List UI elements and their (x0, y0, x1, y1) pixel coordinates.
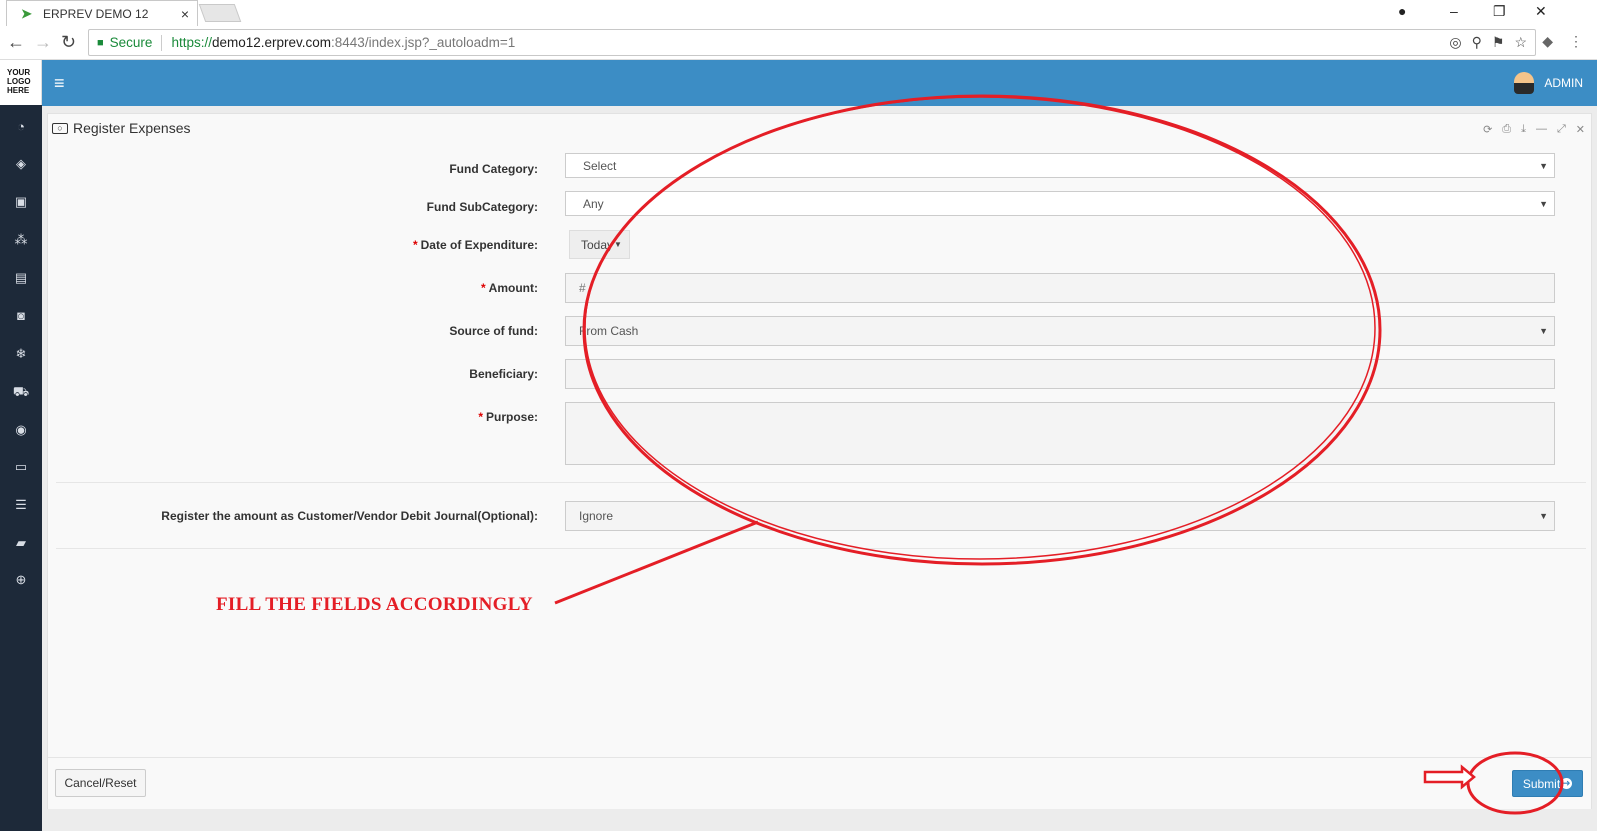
erprev-favicon-icon: ➤ (21, 5, 32, 21)
chevron-down-icon: ▼ (1539, 326, 1548, 336)
submit-button[interactable]: Submit ➜ (1512, 770, 1583, 797)
arrow-circle-right-icon: ➜ (1561, 778, 1573, 789)
cancel-reset-button[interactable]: Cancel/Reset (55, 769, 146, 797)
circle-list-icon[interactable]: ◉ (0, 422, 42, 438)
bucket-icon[interactable]: ◙ (0, 308, 42, 323)
source-of-fund-value: From Cash (579, 324, 639, 338)
user-menu[interactable]: ADMIN (1514, 72, 1583, 94)
minimize-icon[interactable]: – (1450, 3, 1458, 19)
fund-category-label: Fund Category: (449, 162, 538, 176)
collapse-icon[interactable]: — (1536, 123, 1547, 136)
book-icon[interactable]: ▰ (0, 535, 42, 551)
app-sidebar: YOUR LOGO HERE ◔ ◈ ▣ ⁂ ▤ ◙ ❄ ⛟ ◉ ▭ ☰ ▰ ⊕ (0, 60, 42, 831)
extension-icons: ◆ ⋮ (1542, 33, 1583, 50)
date-of-expenditure-label: * Date of Expenditure: (412, 238, 538, 252)
app-header: ≡ ADMIN (42, 60, 1597, 106)
desktop-icon[interactable]: ▭ (0, 459, 42, 475)
user-name: ADMIN (1544, 76, 1583, 90)
building-icon[interactable]: ▤ (0, 270, 42, 286)
browser-tab-title: ERPREV DEMO 12 (43, 6, 149, 21)
amount-label: * Amount: (481, 281, 538, 295)
cart-icon[interactable]: ⛟ (0, 384, 42, 402)
address-separator (161, 34, 163, 51)
browser-tab[interactable]: ➤ ERPREV DEMO 12 × (6, 0, 198, 26)
address-bar[interactable]: ■ Secure https:// demo12.erprev.com :844… (88, 29, 1536, 56)
url-scheme: https:// (171, 35, 212, 50)
new-tab-button[interactable] (198, 4, 242, 22)
pin-icon[interactable]: ⚑ (1492, 34, 1505, 51)
lock-icon: ■ (97, 36, 104, 49)
panel-title: ○ Register Expenses (52, 120, 191, 136)
submit-label: Submit (1522, 776, 1561, 791)
address-bar-icons: ◎ ⚲ ⚑ ☆ (1449, 34, 1527, 51)
download-icon[interactable]: ⤓ (1521, 123, 1526, 136)
browser-tab-bar: ➤ ERPREV DEMO 12 × ● – ❐ ✕ (0, 0, 1597, 26)
date-of-expenditure-dropdown[interactable]: Today ▼ (569, 230, 630, 259)
refresh-icon[interactable]: ⟳ (1483, 123, 1492, 136)
database-icon[interactable]: ☰ (0, 497, 42, 513)
forward-icon[interactable]: → (34, 32, 52, 53)
secure-label: Secure (109, 35, 153, 50)
form-divider (56, 482, 1586, 483)
caret-down-icon: ▼ (614, 240, 622, 249)
debit-journal-label: Register the amount as Customer/Vendor D… (161, 509, 538, 523)
source-of-fund-select[interactable]: From Cash ▼ (565, 316, 1555, 346)
form-divider (56, 548, 1586, 549)
company-logo[interactable]: YOUR LOGO HERE (0, 60, 42, 105)
fund-subcategory-label: Fund SubCategory: (426, 200, 538, 214)
panel-title-text: Register Expenses (73, 120, 191, 136)
fullscreen-icon[interactable]: ⤢ (1557, 123, 1566, 136)
main-content: ○ Register Expenses ⟳ ⎙ ⤓ — ⤢ ✕ Fund Cat… (42, 106, 1597, 831)
location-icon[interactable]: ◎ (1449, 34, 1461, 51)
annotation-text: FILL THE FIELDS ACCORDINGLY (216, 594, 533, 615)
register-expenses-panel: ○ Register Expenses ⟳ ⎙ ⤓ — ⤢ ✕ Fund Cat… (47, 113, 1592, 809)
close-tab-icon[interactable]: × (181, 6, 189, 22)
beneficiary-label: Beneficiary: (469, 367, 538, 381)
zoom-icon[interactable]: ⚲ (1472, 34, 1482, 51)
debit-journal-value: Ignore (579, 509, 614, 523)
chevron-down-icon: ▼ (1539, 198, 1548, 209)
close-panel-icon[interactable]: ✕ (1576, 123, 1585, 136)
reload-icon[interactable]: ↻ (61, 32, 76, 53)
money-icon: ○ (52, 122, 68, 134)
url-path: :8443/index.jsp?_autoloadm=1 (331, 35, 516, 50)
form-footer: Cancel/Reset Submit ➜ (48, 757, 1591, 809)
fund-category-value: Select (583, 158, 617, 173)
close-window-icon[interactable]: ✕ (1535, 3, 1547, 20)
amount-input[interactable] (565, 273, 1555, 303)
fund-subcategory-value: Any (583, 196, 604, 211)
restore-icon[interactable]: ❐ (1493, 3, 1506, 20)
fund-category-select[interactable]: Select ▼ (565, 153, 1555, 178)
chevron-down-icon: ▼ (1539, 511, 1548, 521)
browser-toolbar: ← → ↻ ■ Secure https:// demo12.erprev.co… (0, 26, 1597, 60)
menu-kebab-icon[interactable]: ⋮ (1569, 33, 1583, 50)
fund-subcategory-select[interactable]: Any ▼ (565, 191, 1555, 216)
back-icon[interactable]: ← (7, 32, 25, 53)
money-icon[interactable]: ▣ (0, 194, 42, 210)
beneficiary-input[interactable] (565, 359, 1555, 389)
chevron-down-icon: ▼ (1539, 160, 1548, 171)
panel-tools: ⟳ ⎙ ⤓ — ⤢ ✕ (1483, 123, 1585, 136)
snowflake-icon[interactable]: ❄ (0, 346, 42, 362)
source-of-fund-label: Source of fund: (449, 324, 538, 338)
url-host: demo12.erprev.com (211, 35, 332, 50)
tag-icon[interactable]: ◈ (0, 156, 42, 172)
purpose-textarea[interactable] (565, 402, 1555, 465)
date-value: Today (581, 237, 614, 252)
cubes-icon[interactable]: ⁂ (0, 232, 42, 248)
hamburger-menu-icon[interactable]: ≡ (54, 73, 65, 94)
purpose-label: * Purpose: (478, 410, 538, 424)
debit-journal-select[interactable]: Ignore ▼ (565, 501, 1555, 531)
bookmark-star-icon[interactable]: ☆ (1514, 34, 1527, 51)
extension-icon[interactable]: ◆ (1542, 33, 1553, 50)
avatar (1514, 72, 1535, 94)
dashboard-icon[interactable]: ◔ (0, 119, 42, 134)
lifebuoy-icon[interactable]: ⊕ (0, 572, 42, 588)
print-icon[interactable]: ⎙ (1502, 123, 1511, 136)
account-icon[interactable]: ● (1398, 3, 1406, 19)
